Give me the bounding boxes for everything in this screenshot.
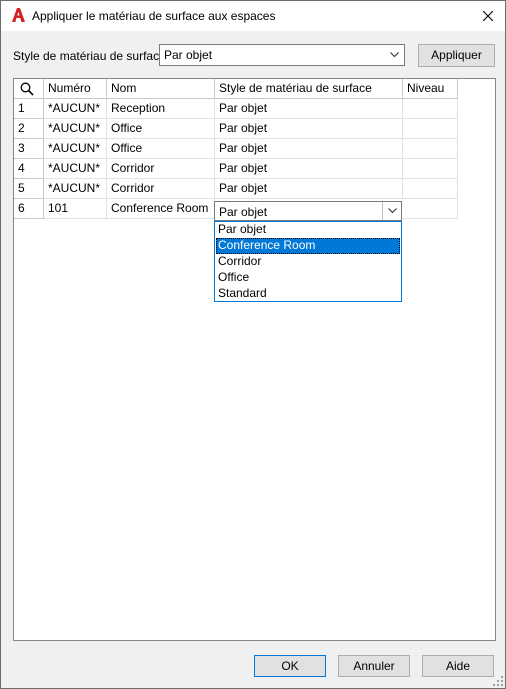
cell-niveau[interactable] — [403, 159, 458, 179]
dropdown-option[interactable]: Par objet — [216, 222, 400, 238]
cell-niveau[interactable] — [403, 139, 458, 159]
surface-style-combo[interactable]: Par objet — [159, 44, 405, 66]
row-header[interactable]: 3 — [14, 139, 44, 159]
row-header[interactable]: 5 — [14, 179, 44, 199]
style-dropdown-list: Par objet Conference Room Corridor Offic… — [214, 221, 402, 302]
cell-numero[interactable]: 101 — [44, 199, 107, 219]
cell-numero[interactable]: *AUCUN* — [44, 179, 107, 199]
cell-niveau[interactable] — [403, 199, 458, 219]
cell-niveau[interactable] — [403, 119, 458, 139]
spaces-grid: Numéro Nom Style de matériau de surface … — [13, 78, 496, 641]
dropdown-option[interactable]: Office — [216, 270, 400, 286]
cell-nom[interactable]: Corridor — [107, 159, 215, 179]
style-editor-dropdown-button[interactable] — [382, 202, 401, 220]
style-cell-editor[interactable]: Par objet — [214, 201, 402, 221]
surface-style-value: Par objet — [164, 48, 213, 62]
resize-grip-icon[interactable] — [493, 676, 503, 686]
cancel-button[interactable]: Annuler — [338, 655, 410, 677]
chevron-down-icon — [390, 52, 399, 58]
dialog-window: Appliquer le matériau de surface aux esp… — [0, 0, 506, 689]
cell-niveau[interactable] — [403, 99, 458, 119]
cell-numero[interactable]: *AUCUN* — [44, 159, 107, 179]
cell-nom[interactable]: Office — [107, 119, 215, 139]
apply-button[interactable]: Appliquer — [418, 44, 495, 67]
row-header[interactable]: 1 — [14, 99, 44, 119]
column-header-numero[interactable]: Numéro — [44, 79, 107, 99]
search-icon — [20, 82, 34, 96]
close-icon — [483, 11, 493, 21]
cell-numero[interactable]: *AUCUN* — [44, 99, 107, 119]
cell-style[interactable]: Par objet — [215, 119, 403, 139]
window-title: Appliquer le matériau de surface aux esp… — [32, 9, 276, 23]
row-header[interactable]: 4 — [14, 159, 44, 179]
cell-niveau[interactable] — [403, 179, 458, 199]
grid-search-button[interactable] — [14, 79, 44, 99]
cell-numero[interactable]: *AUCUN* — [44, 119, 107, 139]
cell-style[interactable]: Par objet — [215, 179, 403, 199]
cell-numero[interactable]: *AUCUN* — [44, 139, 107, 159]
dropdown-option-selected[interactable]: Conference Room — [216, 238, 400, 254]
cell-style[interactable]: Par objet — [215, 99, 403, 119]
ok-button[interactable]: OK — [254, 655, 326, 677]
column-header-niveau[interactable]: Niveau — [403, 79, 458, 99]
row-header[interactable]: 2 — [14, 119, 44, 139]
dropdown-option[interactable]: Standard — [216, 286, 400, 302]
column-header-style[interactable]: Style de matériau de surface — [215, 79, 403, 99]
dropdown-option[interactable]: Corridor — [216, 254, 400, 270]
style-editor-value: Par objet — [219, 205, 268, 219]
cell-nom[interactable]: Reception — [107, 99, 215, 119]
close-button[interactable] — [471, 1, 505, 31]
cell-nom[interactable]: Corridor — [107, 179, 215, 199]
cell-nom[interactable]: Conference Room — [107, 199, 215, 219]
chevron-down-icon — [388, 208, 397, 214]
app-logo-icon — [12, 8, 25, 22]
column-header-nom[interactable]: Nom — [107, 79, 215, 99]
help-button[interactable]: Aide — [422, 655, 494, 677]
row-header[interactable]: 6 — [14, 199, 44, 219]
cell-nom[interactable]: Office — [107, 139, 215, 159]
cell-style[interactable]: Par objet — [215, 139, 403, 159]
title-bar: Appliquer le matériau de surface aux esp… — [1, 1, 505, 31]
cell-style[interactable]: Par objet — [215, 159, 403, 179]
surface-style-label: Style de matériau de surface: — [13, 49, 170, 63]
